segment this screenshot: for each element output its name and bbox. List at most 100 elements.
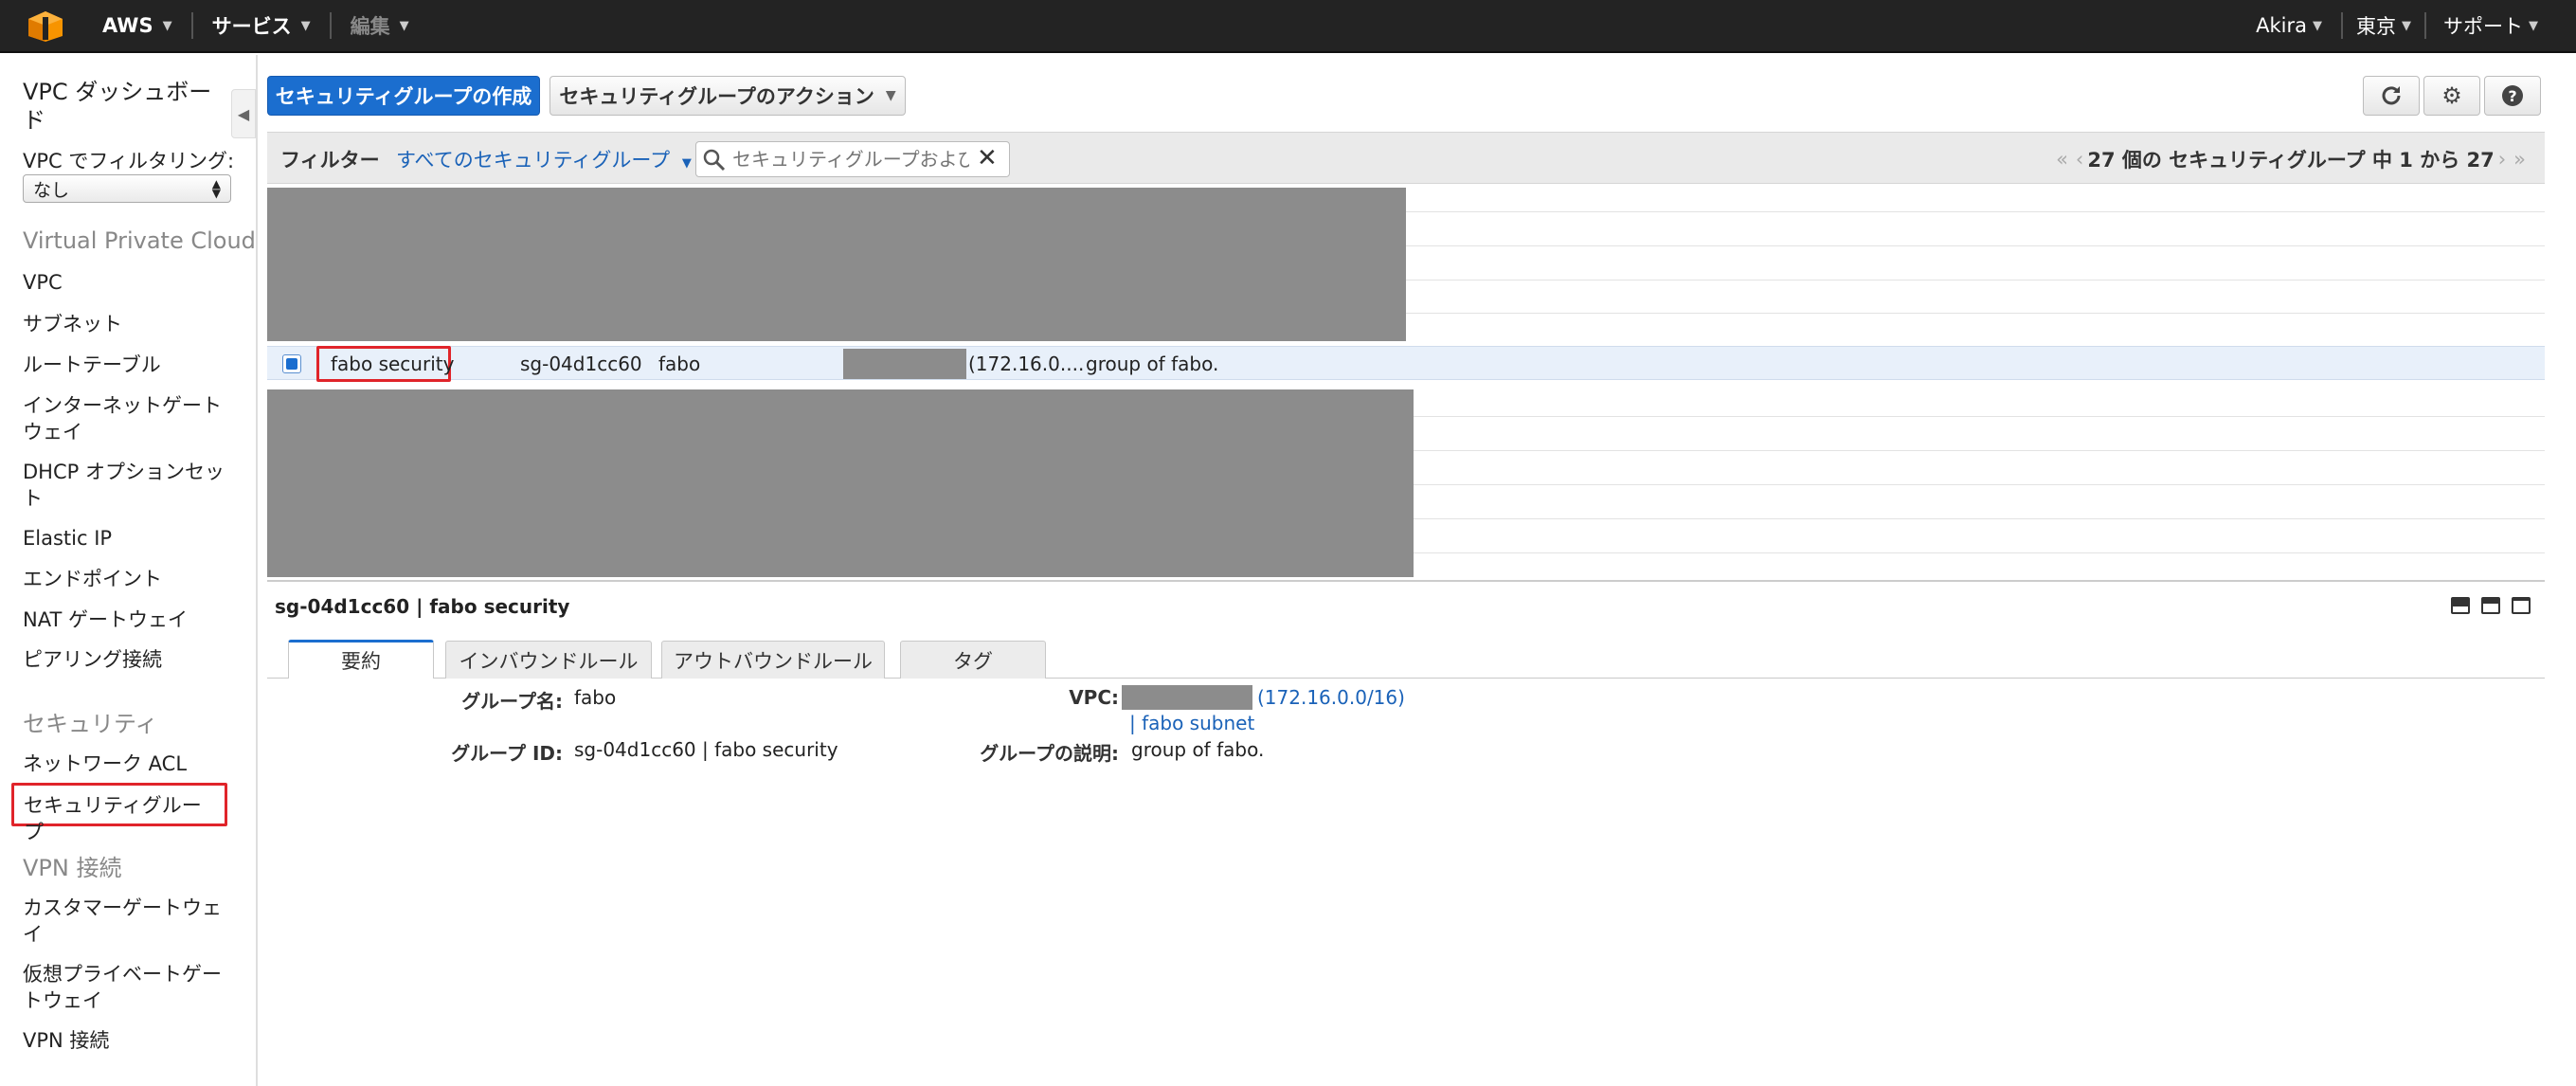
nav-region-menu[interactable]: 東京 ▼ — [2343, 0, 2424, 51]
sidebar-item-elastic-ip[interactable]: Elastic IP — [23, 525, 231, 552]
chevron-down-icon: ▼ — [2529, 18, 2538, 33]
cell-vpc-cidr: (172.16.0.... — [968, 353, 1085, 375]
sidebar-collapse-button[interactable]: ◀ — [231, 89, 256, 138]
chevron-down-icon: ▼ — [2313, 18, 2322, 33]
redacted-rows-block — [267, 389, 1414, 577]
nav-edit-menu[interactable]: 編集 ▼ — [332, 0, 428, 51]
details-title: sg-04d1cc60 | fabo security — [275, 595, 570, 618]
panel-size-small-icon[interactable] — [2451, 597, 2470, 614]
settings-button[interactable]: ⚙ — [2423, 76, 2480, 116]
group-id-value: sg-04d1cc60 | fabo security — [574, 738, 838, 761]
details-header: sg-04d1cc60 | fabo security — [267, 580, 2545, 629]
nav-aws-menu[interactable]: AWS ▼ — [83, 0, 191, 51]
sidebar-vpc-dashboard-link[interactable]: VPC ダッシュボード — [23, 78, 231, 135]
panel-size-large-icon[interactable] — [2512, 597, 2531, 614]
sidebar-item-route-tables[interactable]: ルートテーブル — [23, 352, 231, 378]
chevron-down-icon: ▼ — [681, 156, 692, 171]
pagination: « ‹ 27 個の セキュリティグループ 中 1 から 27 › » — [2052, 145, 2530, 173]
tab-inbound-rules[interactable]: インバウンドルール — [445, 641, 652, 679]
vpc-label: VPC: — [1069, 686, 1119, 709]
top-navigation-bar: AWS ▼ サービス ▼ 編集 ▼ Akira ▼ 東京 ▼ サポート ▼ — [0, 0, 2576, 53]
filter-label: フィルター — [280, 149, 380, 172]
vpc-filter-value: なし — [33, 179, 70, 201]
help-icon: ? — [2502, 85, 2523, 106]
table-row-selected[interactable]: fabo security sg-04d1cc60 fabo (172.16.0… — [267, 346, 2545, 382]
sidebar-vpc-filter-label: VPC でフィルタリング: — [23, 150, 235, 172]
aws-cube-logo-icon[interactable] — [27, 9, 64, 42]
sidebar-item-virtual-private-gateways[interactable]: 仮想プライベートゲートウェイ — [23, 961, 231, 1014]
vpc-subnet-link[interactable]: | fabo subnet — [1129, 712, 1254, 734]
redacted-vpc-id — [1122, 685, 1252, 710]
sidebar-item-network-acl[interactable]: ネットワーク ACL — [23, 751, 231, 777]
sidebar-section-vpn: VPN 接続 — [23, 855, 122, 881]
sidebar-section-vpc: Virtual Private Cloud — [23, 227, 256, 254]
refresh-button[interactable] — [2363, 76, 2420, 116]
search-box[interactable]: ✕ — [695, 141, 1010, 177]
chevron-down-icon: ▼ — [300, 18, 311, 33]
group-name-label: グループ名: — [461, 690, 563, 713]
help-button[interactable]: ? — [2484, 76, 2541, 116]
panel-size-medium-icon[interactable] — [2481, 597, 2500, 614]
tab-summary[interactable]: 要約 — [288, 640, 434, 679]
sidebar-item-customer-gateways[interactable]: カスタマーゲートウェイ — [23, 895, 231, 948]
chevron-down-icon: ▼ — [399, 18, 409, 33]
actions-button-label: セキュリティグループのアクション — [559, 85, 874, 108]
filter-scope-dropdown[interactable]: すべてのセキュリティグループ ▼ — [396, 145, 692, 173]
redacted-vpc-id — [843, 349, 966, 379]
sidebar-item-peering[interactable]: ピアリング接続 — [23, 646, 231, 673]
sidebar-item-security-groups[interactable]: セキュリティグループ — [11, 783, 227, 843]
create-security-group-button[interactable]: セキュリティグループの作成 — [267, 76, 540, 116]
group-id-label: グループ ID: — [451, 742, 563, 765]
tab-tags[interactable]: タグ — [900, 641, 1046, 679]
sidebar-item-vpc[interactable]: VPC — [23, 269, 231, 296]
search-icon — [703, 149, 726, 172]
last-page-icon[interactable]: » — [2513, 148, 2526, 171]
next-page-icon[interactable]: › — [2498, 148, 2506, 171]
sidebar-section-security: セキュリティ — [23, 711, 158, 737]
nav-edit-label: 編集 — [350, 15, 390, 38]
filter-bar: フィルター すべてのセキュリティグループ ▼ ✕ « ‹ 27 個の セキュリテ… — [267, 132, 2545, 184]
sidebar-item-dhcp-options[interactable]: DHCP オプションセット — [23, 459, 231, 512]
gear-icon: ⚙ — [2441, 82, 2462, 109]
description-value: group of fabo. — [1131, 738, 1265, 761]
vpc-cidr-link[interactable]: (172.16.0.0/16) — [1257, 686, 1405, 709]
security-groups-table: fabo security sg-04d1cc60 fabo (172.16.0… — [267, 185, 2545, 579]
select-arrows-icon: ▲ ▼ — [211, 177, 221, 200]
sidebar-item-subnets[interactable]: サブネット — [23, 311, 231, 337]
tab-outbound-rules[interactable]: アウトバウンドルール — [661, 641, 885, 679]
nav-support-label: サポート — [2443, 15, 2523, 38]
description-label: グループの説明: — [980, 742, 1119, 765]
cell-group-id: sg-04d1cc60 — [520, 353, 642, 375]
group-name-value: fabo — [574, 686, 617, 709]
nav-user-label: Akira — [2256, 14, 2307, 37]
sidebar-item-endpoints[interactable]: エンドポイント — [23, 566, 231, 592]
chevron-down-icon: ▼ — [2402, 18, 2411, 33]
nav-right-group: Akira ▼ 東京 ▼ サポート ▼ — [2237, 0, 2576, 51]
filter-scope-label: すべてのセキュリティグループ — [396, 149, 671, 172]
pagination-text: 27 個の セキュリティグループ 中 1 から 27 — [2087, 149, 2495, 172]
first-page-icon[interactable]: « — [2056, 148, 2068, 171]
svg-text:?: ? — [2508, 87, 2516, 105]
security-group-actions-button[interactable]: セキュリティグループのアクション ▼ — [549, 76, 906, 116]
sidebar-item-nat-gateways[interactable]: NAT ゲートウェイ — [23, 606, 231, 633]
chevron-down-icon: ▼ — [162, 18, 172, 33]
chevron-down-icon: ▼ — [885, 88, 896, 103]
cell-name: fabo security — [331, 353, 455, 375]
redacted-rows-block — [267, 188, 1406, 341]
chevron-left-icon: ◀ — [237, 104, 250, 123]
cell-group-name: fabo — [658, 353, 701, 375]
sidebar-item-vpn-connections[interactable]: VPN 接続 — [23, 1027, 231, 1054]
nav-services-menu[interactable]: サービス ▼ — [193, 0, 330, 51]
cell-description: group of fabo. — [1086, 353, 1219, 375]
vpc-filter-select[interactable]: なし ▲ ▼ — [23, 174, 231, 203]
refresh-icon — [2382, 86, 2401, 105]
nav-services-label: サービス — [211, 15, 292, 38]
sidebar-item-internet-gateways[interactable]: インターネットゲートウェイ — [23, 392, 231, 445]
row-checkbox[interactable] — [282, 354, 301, 373]
nav-support-menu[interactable]: サポート ▼ — [2426, 0, 2576, 51]
nav-user-menu[interactable]: Akira ▼ — [2237, 0, 2341, 51]
nav-region-label: 東京 — [2356, 15, 2396, 38]
search-input[interactable] — [730, 144, 971, 174]
prev-page-icon[interactable]: ‹ — [2076, 148, 2083, 171]
close-icon[interactable]: ✕ — [977, 144, 998, 172]
